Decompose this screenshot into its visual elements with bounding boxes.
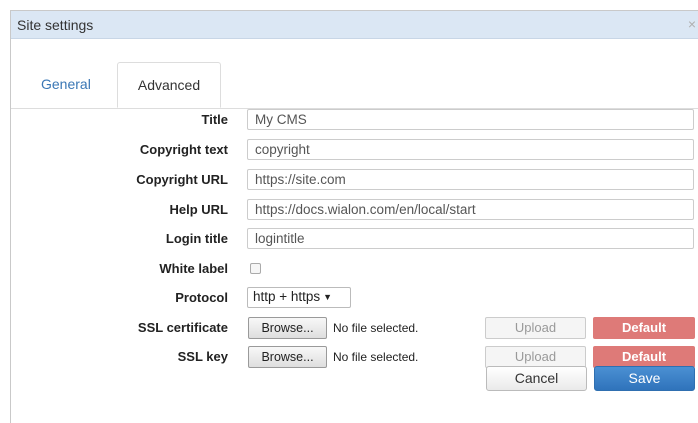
help-url-input[interactable]: [247, 199, 694, 220]
ssl-key-browse-button[interactable]: Browse...: [248, 346, 327, 368]
protocol-row: Protocol http + https ▼: [11, 286, 698, 310]
ssl-key-upload-button[interactable]: Upload: [485, 346, 586, 368]
site-settings-dialog: Site settings × General Advanced Title C…: [10, 10, 698, 423]
copyright-text-input[interactable]: [247, 139, 694, 160]
ssl-key-label: SSL key: [177, 349, 228, 364]
white-label-checkbox[interactable]: [250, 263, 261, 274]
copyright-url-input[interactable]: [247, 169, 694, 190]
cancel-button[interactable]: Cancel: [486, 366, 587, 391]
login-title-input[interactable]: [247, 228, 694, 249]
ssl-certificate-default-button[interactable]: Default: [593, 317, 695, 339]
login-title-row: Login title: [11, 227, 698, 251]
tab-general[interactable]: General: [23, 62, 109, 107]
copyright-url-row: Copyright URL: [11, 168, 698, 192]
ssl-key-file-status: No file selected.: [333, 350, 419, 364]
close-icon[interactable]: ×: [688, 16, 696, 32]
ssl-certificate-label: SSL certificate: [137, 320, 228, 335]
white-label-label: White label: [159, 261, 228, 276]
title-label: Title: [201, 112, 229, 127]
ssl-certificate-file-status: No file selected.: [333, 321, 419, 335]
ssl-certificate-browse-button[interactable]: Browse...: [248, 317, 327, 339]
dialog-titlebar[interactable]: Site settings ×: [11, 11, 698, 39]
tab-bar: General Advanced: [11, 39, 698, 109]
dialog-title: Site settings: [17, 17, 94, 33]
copyright-text-row: Copyright text: [11, 138, 698, 162]
ssl-key-default-button[interactable]: Default: [593, 346, 695, 368]
chevron-down-icon: ▼: [323, 292, 333, 302]
tab-advanced[interactable]: Advanced: [117, 62, 221, 108]
help-url-label: Help URL: [169, 202, 229, 217]
protocol-select[interactable]: http + https ▼: [247, 287, 351, 308]
login-title-label: Login title: [165, 231, 228, 246]
copyright-url-label: Copyright URL: [136, 172, 228, 187]
title-row: Title: [11, 108, 698, 132]
help-url-row: Help URL: [11, 198, 698, 222]
protocol-label: Protocol: [175, 290, 228, 305]
protocol-selected-value: http + https: [253, 289, 321, 304]
title-input[interactable]: [247, 109, 694, 130]
save-button[interactable]: Save: [594, 366, 695, 391]
copyright-text-label: Copyright text: [139, 142, 228, 157]
ssl-certificate-upload-button[interactable]: Upload: [485, 317, 586, 339]
ssl-certificate-row: SSL certificate Browse... No file select…: [11, 316, 698, 340]
white-label-row: White label: [11, 257, 698, 281]
